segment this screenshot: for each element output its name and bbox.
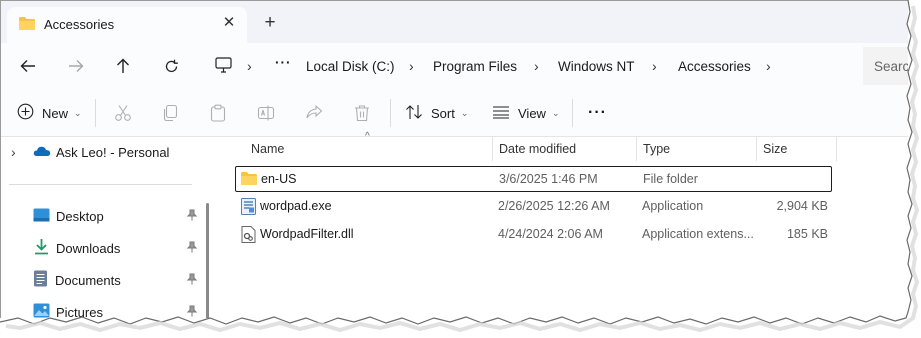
- desktop-icon: [33, 208, 50, 225]
- nav-item-ask-leo[interactable]: › Ask Leo! - Personal: [11, 140, 169, 164]
- navigation-pane: › Ask Leo! - Personal Desktop Downloads: [1, 137, 217, 318]
- folder-icon: [240, 171, 258, 189]
- title-bar: Accessories ✕ +: [1, 1, 908, 43]
- new-label: New: [42, 105, 69, 121]
- back-icon[interactable]: [14, 53, 42, 79]
- pictures-icon: [33, 303, 50, 318]
- breadcrumb-chevron[interactable]: ›: [409, 58, 414, 74]
- column-divider[interactable]: [636, 137, 637, 161]
- sort-indicator-icon: ^: [365, 131, 370, 142]
- tab-title: Accessories: [44, 17, 115, 32]
- search-placeholder: Searc: [874, 59, 908, 74]
- nav-scrollbar[interactable]: [206, 203, 209, 318]
- file-name: wordpad.exe: [260, 199, 332, 213]
- toolbar-divider: [95, 99, 96, 127]
- column-header-size[interactable]: Size: [763, 142, 787, 156]
- view-list-icon: [492, 105, 510, 122]
- file-row-wordpadfilter-dll[interactable]: WordpadFilter.dll 4/24/2024 2:06 AM Appl…: [235, 222, 832, 248]
- application-icon: [241, 198, 256, 218]
- sort-label: Sort: [431, 105, 455, 121]
- file-row-en-us[interactable]: en-US 3/6/2025 1:46 PM File folder: [235, 166, 832, 192]
- breadcrumb-local-disk[interactable]: Local Disk (C:): [306, 59, 395, 74]
- new-tab-button[interactable]: +: [259, 13, 281, 35]
- file-size: 185 KB: [786, 227, 828, 241]
- nav-label-documents: Documents: [55, 272, 121, 288]
- pin-icon[interactable]: [186, 241, 198, 256]
- file-date: 4/24/2024 2:06 AM: [498, 227, 603, 241]
- breadcrumb-chevron[interactable]: ›: [534, 58, 539, 74]
- view-button[interactable]: View ⌄: [492, 101, 560, 125]
- file-type: File folder: [643, 172, 698, 186]
- column-divider[interactable]: [492, 137, 493, 161]
- nav-label-desktop: Desktop: [56, 208, 104, 224]
- breadcrumb-program-files[interactable]: Program Files: [433, 59, 517, 74]
- downloads-icon: [33, 238, 50, 258]
- column-header-date[interactable]: Date modified: [499, 142, 576, 156]
- file-size: 2,904 KB: [776, 199, 828, 213]
- file-type: Application: [642, 199, 704, 213]
- nav-divider: [9, 184, 192, 185]
- column-header-type[interactable]: Type: [643, 142, 670, 156]
- breadcrumb-overflow[interactable]: ···: [275, 55, 292, 70]
- tab-accessories[interactable]: Accessories ✕: [7, 7, 247, 43]
- file-explorer-window: Accessories ✕ + › ··· Local Disk (C:) › …: [0, 0, 908, 318]
- refresh-icon[interactable]: [157, 53, 185, 79]
- new-button[interactable]: New ⌄: [17, 101, 82, 125]
- file-list: ^ Name Date modified Type Size en-US 3/6…: [217, 131, 908, 318]
- expand-chevron-icon[interactable]: ›: [11, 144, 29, 160]
- command-bar: New ⌄ Sort ⌄ View ⌄ ···: [1, 89, 908, 137]
- nav-label-ask-leo: Ask Leo! - Personal: [56, 144, 170, 160]
- close-tab-icon[interactable]: ✕: [219, 13, 239, 33]
- toolbar-divider: [390, 99, 391, 127]
- pin-icon[interactable]: [186, 305, 198, 318]
- share-icon[interactable]: [305, 101, 323, 125]
- file-date: 2/26/2025 12:26 AM: [498, 199, 610, 213]
- forward-icon[interactable]: [62, 53, 90, 79]
- view-label: View: [518, 105, 546, 121]
- onedrive-icon: [33, 145, 51, 160]
- documents-icon: [33, 270, 48, 290]
- chevron-down-icon: ⌄: [74, 107, 82, 118]
- dll-file-icon: [241, 226, 256, 246]
- rename-icon[interactable]: [257, 101, 275, 125]
- paste-icon[interactable]: [209, 101, 227, 125]
- column-header-name[interactable]: Name: [251, 142, 284, 156]
- copy-icon[interactable]: [161, 101, 179, 125]
- nav-label-downloads: Downloads: [56, 240, 121, 256]
- breadcrumb-chevron[interactable]: ›: [766, 58, 771, 74]
- sort-icon: [405, 104, 423, 123]
- sort-button[interactable]: Sort ⌄: [405, 101, 468, 125]
- chevron-down-icon: ⌄: [460, 107, 469, 118]
- column-header-row: ^ Name Date modified Type Size: [217, 131, 837, 161]
- file-row-wordpad-exe[interactable]: wordpad.exe 2/26/2025 12:26 AM Applicati…: [235, 194, 832, 220]
- file-name: en-US: [261, 172, 297, 186]
- column-divider[interactable]: [836, 137, 837, 161]
- chevron-down-icon: ⌄: [551, 107, 560, 118]
- add-icon: [17, 103, 34, 123]
- nav-label-pictures: Pictures: [56, 304, 103, 319]
- file-date: 3/6/2025 1:46 PM: [499, 172, 598, 186]
- address-bar[interactable]: › ··· Local Disk (C:) › Program Files › …: [201, 47, 851, 85]
- column-divider[interactable]: [756, 137, 757, 161]
- breadcrumb-accessories[interactable]: Accessories: [678, 59, 751, 74]
- folder-icon: [18, 16, 36, 34]
- cut-icon[interactable]: [114, 101, 132, 125]
- pin-icon[interactable]: [186, 273, 198, 288]
- file-type: Application extens...: [642, 227, 754, 241]
- file-name: WordpadFilter.dll: [260, 227, 354, 241]
- navigation-bar: › ··· Local Disk (C:) › Program Files › …: [1, 43, 908, 89]
- toolbar-divider: [572, 99, 573, 127]
- breadcrumb-windows-nt[interactable]: Windows NT: [558, 59, 635, 74]
- breadcrumb-chevron[interactable]: ›: [247, 58, 252, 74]
- search-box[interactable]: Searc: [863, 47, 908, 85]
- up-icon[interactable]: [109, 53, 137, 79]
- breadcrumb-chevron[interactable]: ›: [652, 58, 657, 74]
- pin-icon[interactable]: [186, 209, 198, 224]
- delete-icon[interactable]: [353, 101, 371, 125]
- more-options-button[interactable]: ···: [588, 101, 607, 125]
- computer-icon: [215, 57, 232, 76]
